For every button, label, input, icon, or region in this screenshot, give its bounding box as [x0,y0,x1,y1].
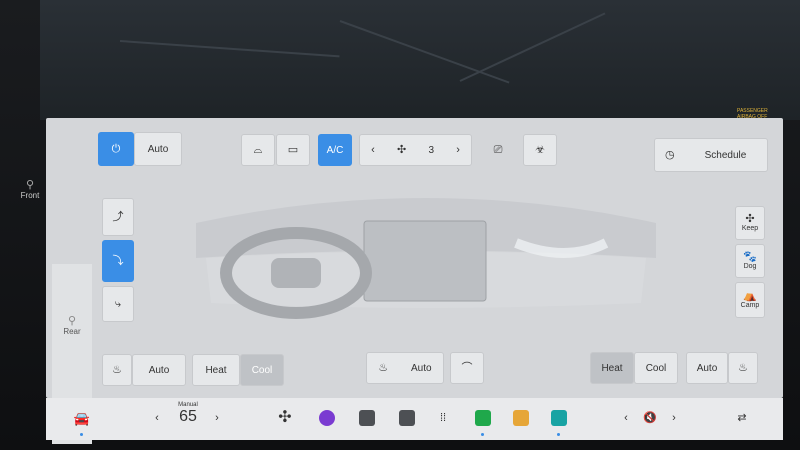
rear-defrost-icon: ▭ [287,143,299,156]
left-seat-heat-button[interactable]: ♨ [102,354,132,386]
airflow-feet-button[interactable]: ⤷ [102,286,134,322]
energy-icon [475,410,491,426]
apps-grid-icon: ⁞⁞ [439,411,447,424]
rear-seat-icon: ⚲ [67,315,77,327]
right-cool-button[interactable]: Cool [634,352,678,384]
airflow-face-button[interactable]: ⤴ [102,198,134,236]
fan-icon: ✣ [745,213,755,225]
seat-heater-icon: ♨ [738,361,748,374]
airflow-feet-icon: ⤷ [114,297,122,310]
climate-panel: ⏻ Auto ⌓ ▭ A/C ‹ ✣ 3 › ⎚ ☣ ◷ Schedule ⚲ … [21,118,783,444]
tent-icon: ⛺ [743,290,757,302]
apps-button[interactable]: ⁞⁞ [434,406,452,430]
chevron-left-icon: ‹ [155,411,159,424]
toybox-app-button[interactable] [398,406,416,430]
speaker-muted-icon: 🔇 [643,411,657,424]
fan-icon: ✣ [278,409,292,426]
front-zone-toggle[interactable]: ⚲ Front [10,170,50,210]
temperature-display: Manual 65 [178,402,198,425]
cabin-illustration [196,198,656,319]
camera-app-button[interactable] [318,406,336,430]
rear-defrost-button[interactable]: ▭ [276,134,310,166]
clock-icon: ◷ [665,148,675,161]
energy-app-button[interactable] [474,406,492,430]
airflow-face-feet-button[interactable]: ⤵ [102,240,134,282]
chevron-right-icon[interactable]: › [456,144,460,156]
left-cool-button[interactable]: Cool [240,354,284,386]
theater-icon [551,410,567,426]
taskbar: 🚘 ‹ Manual 65 › ✣ ⁞⁞ ‹ 🔇 › ⇄ [46,398,783,440]
camp-mode-button[interactable]: ⛺ Camp [735,282,765,318]
dog-mode-button[interactable]: 🐾 Dog [735,244,765,278]
steering-heat-icon: ♨ [378,361,389,374]
toybox-icon [399,410,415,426]
power-button[interactable]: ⏻ [98,132,134,166]
fan-icon: ✣ [397,143,407,156]
camera-icon [319,410,335,426]
swap-arrows-icon: ⇄ [737,411,747,424]
left-heat-button[interactable]: Heat [192,354,240,386]
power-icon: ⏻ [111,142,121,155]
front-defrost-icon: ⌓ [253,143,263,156]
dashcam-icon [359,410,375,426]
steering-heat-button[interactable]: ♨ Auto [366,352,444,384]
auto-button[interactable]: Auto [134,132,182,166]
front-seat-icon: ⚲ [25,179,35,191]
wiper-defrost-button[interactable]: ⌒ [450,352,484,384]
keep-mode-button[interactable]: ✣ Keep [735,206,765,240]
paw-icon: 🐾 [743,251,757,263]
volume-decrease-button[interactable]: ‹ [620,406,632,430]
wiper-icon: ⌒ [461,361,473,374]
right-heat-button[interactable]: Heat [590,352,634,384]
photos-app-button[interactable] [512,406,530,430]
chevron-right-icon: › [672,411,676,424]
right-seat-auto-button[interactable]: Auto [686,352,728,384]
chevron-right-icon: › [215,411,219,424]
temp-decrease-button[interactable]: ‹ [150,406,164,430]
recirculate-button[interactable]: ⎚ [487,140,509,160]
volume-mute-button[interactable]: 🔇 [640,406,660,430]
swap-screen-button[interactable]: ⇄ [732,406,752,430]
left-seat-auto-button[interactable]: Auto [132,354,186,386]
biohazard-icon: ☣ [535,143,545,156]
car-icon: 🚘 [73,410,91,426]
chevron-left-icon[interactable]: ‹ [371,144,375,156]
fan-speed-control: ‹ ✣ 3 › [359,134,472,166]
ac-button[interactable]: A/C [318,134,352,166]
map-background [40,0,800,120]
theater-app-button[interactable] [550,406,568,430]
airflow-face-feet-icon: ⤵ [112,254,124,267]
front-defrost-button[interactable]: ⌓ [241,134,275,166]
dashcam-app-button[interactable] [358,406,376,430]
climate-fan-button[interactable]: ✣ [274,406,296,430]
right-seat-heat-button[interactable]: ♨ [728,352,758,384]
bioweapon-defense-button[interactable]: ☣ [523,134,557,166]
photos-icon [513,410,529,426]
chevron-left-icon: ‹ [624,411,628,424]
airflow-face-icon: ⤴ [112,210,124,223]
volume-increase-button[interactable]: › [668,406,680,430]
car-button[interactable]: 🚘 [70,406,94,430]
schedule-button[interactable]: ◷ Schedule [654,138,768,172]
temp-increase-button[interactable]: › [210,406,224,430]
fan-speed-value: 3 [428,144,434,156]
recirculate-icon: ⎚ [493,143,503,156]
seat-heater-icon: ♨ [112,363,122,376]
